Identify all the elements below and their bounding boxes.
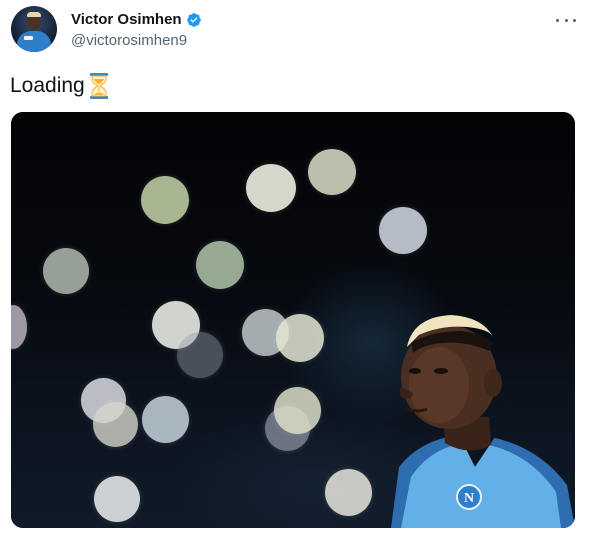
more-options-icon[interactable]	[556, 12, 576, 28]
media-bottom-spacer	[11, 528, 575, 546]
bokeh-light	[94, 476, 140, 522]
verified-badge-icon	[186, 12, 201, 27]
bokeh-light	[142, 396, 189, 443]
bokeh-light	[141, 176, 189, 224]
bokeh-light	[274, 387, 321, 434]
bokeh-light	[276, 314, 324, 362]
avatar-crest	[24, 36, 33, 40]
bokeh-light	[93, 402, 138, 447]
avatar-shirt	[17, 31, 51, 52]
author-name[interactable]: Victor Osimhen	[71, 11, 182, 28]
author-handle[interactable]: @victorosimhen9	[71, 32, 187, 49]
bokeh-light	[325, 469, 372, 516]
bokeh-light	[379, 207, 427, 254]
player-figure: N	[391, 315, 575, 528]
svg-text:N: N	[464, 491, 474, 506]
bokeh-light	[308, 149, 356, 195]
hourglass-icon	[89, 73, 108, 99]
tweet-media-image[interactable]: N	[11, 112, 575, 528]
bokeh-light	[246, 164, 296, 212]
bokeh-light	[196, 241, 244, 289]
dot	[573, 18, 576, 22]
avatar[interactable]	[11, 6, 57, 52]
bokeh-light	[43, 248, 89, 294]
tweet-text: Loading	[10, 72, 109, 100]
tweet-text-content: Loading	[10, 74, 85, 97]
bokeh-light	[177, 332, 223, 378]
avatar-hair	[27, 12, 41, 17]
author-row[interactable]: Victor Osimhen	[71, 11, 202, 28]
tweet[interactable]: Victor Osimhen @victorosimhen9 Loading N	[0, 0, 593, 546]
dot	[556, 18, 559, 22]
dot	[564, 18, 568, 22]
